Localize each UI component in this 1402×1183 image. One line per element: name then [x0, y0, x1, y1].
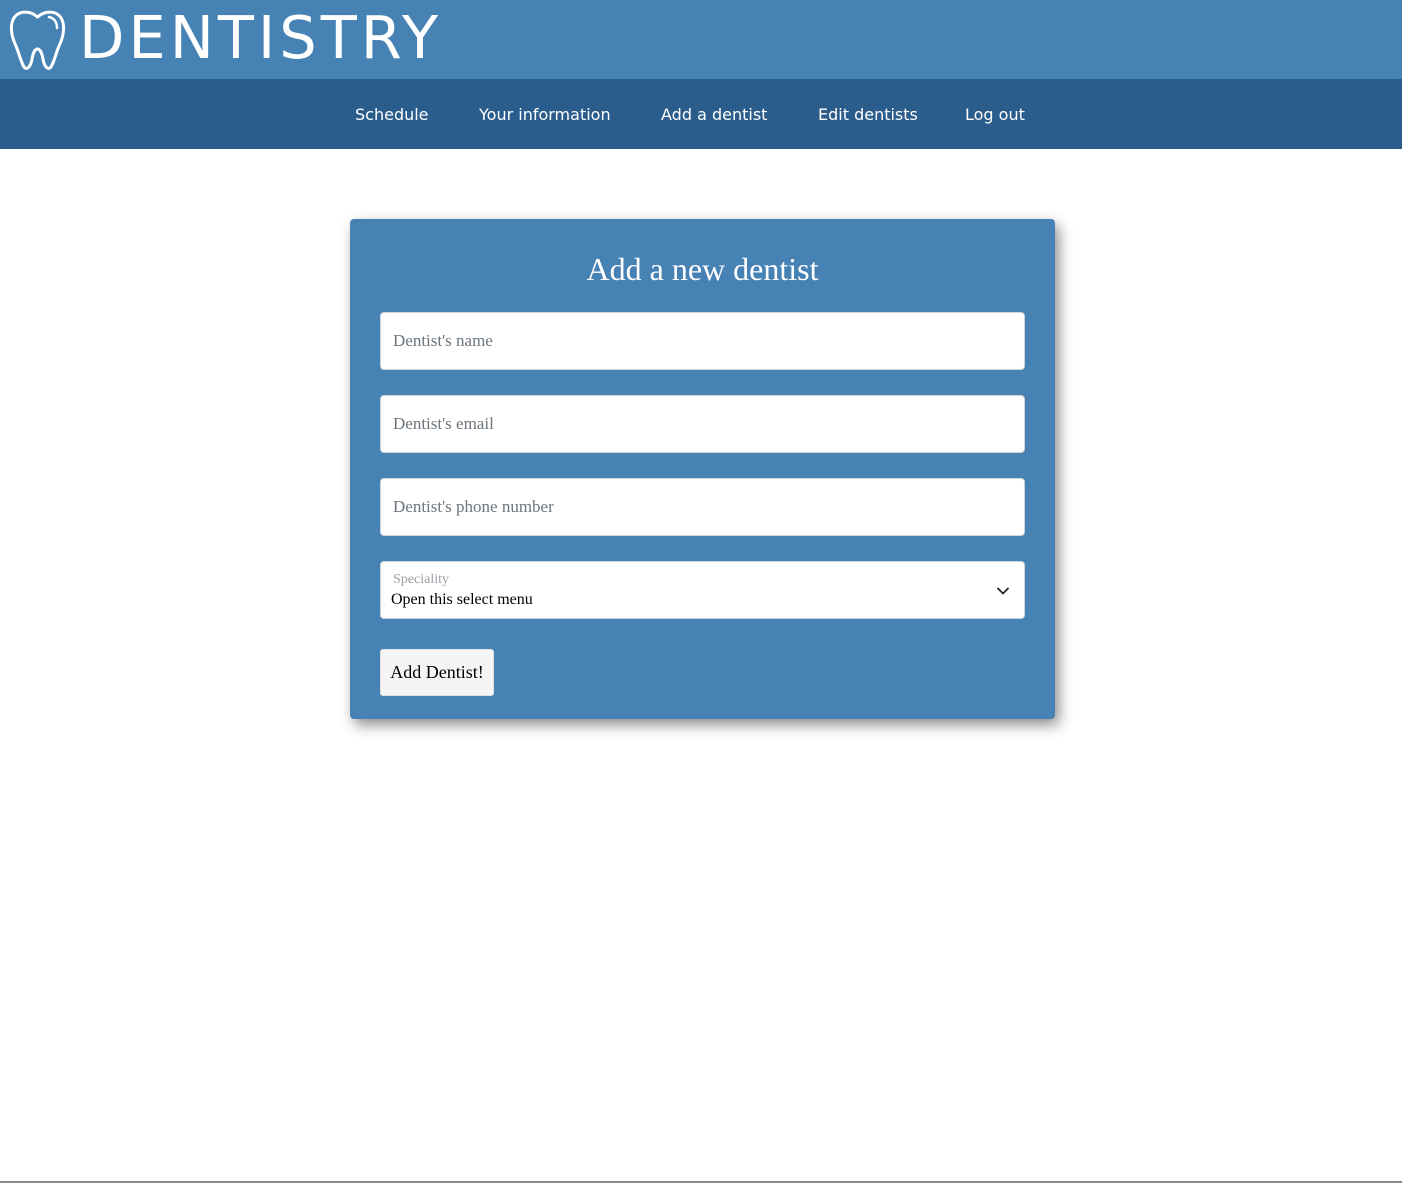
nav-item-your-information[interactable]: Your information — [479, 79, 611, 149]
brand-name[interactable]: DENTISTRY — [79, 2, 442, 74]
nav-item-add-dentist[interactable]: Add a dentist — [661, 79, 767, 149]
add-dentist-card: Add a new dentist Speciality Open this s… — [350, 219, 1055, 719]
speciality-selected-value: Open this select menu — [391, 591, 533, 608]
main-nav: Schedule Your information Add a dentist … — [0, 79, 1402, 149]
dentist-email-input[interactable] — [380, 395, 1025, 453]
add-dentist-button[interactable]: Add Dentist! — [380, 649, 494, 696]
site-header: DENTISTRY — [0, 0, 1402, 79]
nav-item-edit-dentists[interactable]: Edit dentists — [818, 79, 918, 149]
speciality-select[interactable]: Speciality Open this select menu — [380, 561, 1025, 619]
nav-item-log-out[interactable]: Log out — [965, 79, 1025, 149]
nav-item-schedule[interactable]: Schedule — [355, 79, 429, 149]
speciality-label: Speciality — [393, 572, 449, 587]
dentist-phone-input[interactable] — [380, 478, 1025, 536]
dentist-name-input[interactable] — [380, 312, 1025, 370]
chevron-down-icon — [997, 587, 1009, 595]
tooth-icon[interactable] — [9, 8, 66, 70]
form-title: Add a new dentist — [586, 251, 819, 287]
